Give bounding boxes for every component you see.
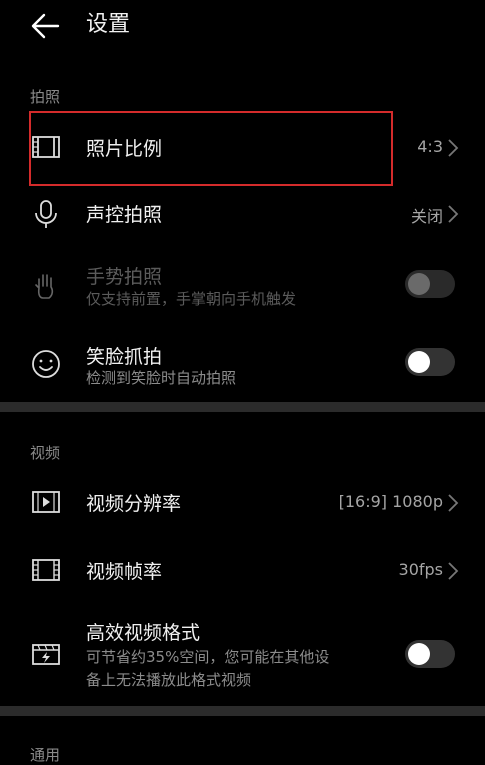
page-title: 设置 (86, 12, 131, 37)
setting-value: [16:9] 1080p (338, 492, 443, 511)
hand-icon (35, 274, 54, 299)
setting-label: 手势拍照 (86, 266, 163, 288)
chevron-right-icon (448, 562, 459, 580)
setting-video-framerate[interactable]: 视频帧率 30fps (0, 540, 485, 600)
section-label-general: 通用 (30, 746, 61, 764)
setting-label: 视频分辨率 (86, 493, 182, 515)
setting-value: 4:3 (417, 137, 443, 156)
highlight-box (29, 111, 393, 186)
video-play-icon (32, 491, 60, 513)
chevron-right-icon (448, 494, 459, 512)
setting-label: 声控拍照 (86, 204, 163, 226)
setting-video-resolution[interactable]: 视频分辨率 [16:9] 1080p (0, 472, 485, 532)
setting-label: 视频帧率 (86, 561, 163, 583)
smile-shot-toggle[interactable] (405, 348, 455, 376)
setting-description: 检测到笑脸时自动拍照 (86, 369, 237, 387)
setting-voice-shot[interactable]: 声控拍照 关闭 (0, 184, 485, 244)
film-strip-icon (32, 559, 60, 581)
setting-label: 高效视频格式 (86, 622, 201, 644)
section-divider (0, 402, 485, 412)
film-flash-icon (32, 644, 60, 665)
chevron-right-icon (448, 139, 459, 157)
arrow-left-icon[interactable] (28, 8, 64, 44)
section-label-video: 视频 (30, 444, 61, 462)
setting-label: 笑脸抓拍 (86, 346, 163, 368)
section-divider (0, 706, 485, 716)
chevron-right-icon (448, 205, 459, 223)
setting-value: 30fps (398, 560, 443, 579)
microphone-icon (35, 200, 57, 228)
setting-hevc[interactable]: 高效视频格式 可节省约35%空间，您可能在其他设 备上无法播放此格式视频 (0, 616, 485, 696)
setting-description: 可节省约35%空间，您可能在其他设 (86, 648, 330, 666)
smile-icon (32, 350, 60, 378)
header: 设置 (0, 0, 485, 52)
hevc-toggle[interactable] (405, 640, 455, 668)
setting-gesture-shot: 手势拍照 仅支持前置，手掌朝向手机触发 (0, 258, 485, 318)
setting-description-2: 备上无法播放此格式视频 (86, 671, 252, 689)
section-label-photo: 拍照 (30, 88, 61, 106)
setting-value: 关闭 (410, 207, 443, 226)
setting-smile-shot[interactable]: 笑脸抓拍 检测到笑脸时自动拍照 (0, 338, 485, 398)
setting-description: 仅支持前置，手掌朝向手机触发 (86, 290, 297, 308)
gesture-shot-toggle (405, 270, 455, 298)
